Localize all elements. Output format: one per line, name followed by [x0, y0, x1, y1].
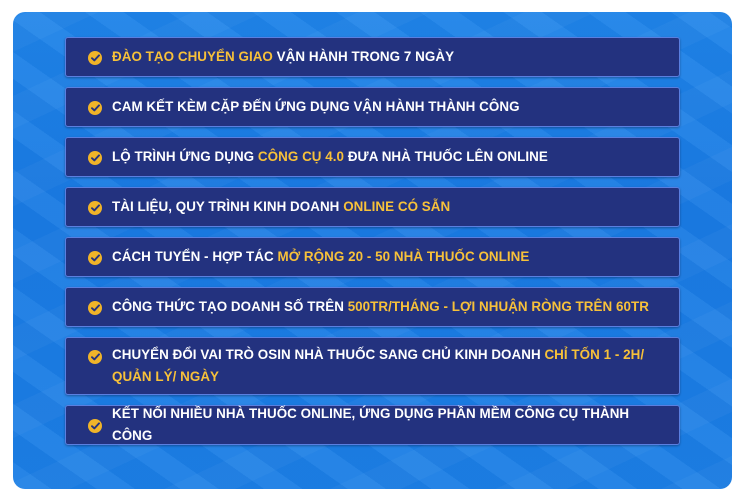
item-highlight: MỞ RỘNG 20 - 50 NHÀ THUỐC ONLINE [277, 249, 530, 264]
item-plain: LỘ TRÌNH ỨNG DỤNG [112, 149, 258, 164]
item-plain: CÁCH TUYỂN - HỢP TÁC [112, 249, 278, 264]
list-item: ĐÀO TẠO CHUYỂN GIAO VẬN HÀNH TRONG 7 NGÀ… [65, 37, 680, 77]
list-item: CAM KẾT KÈM CẶP ĐẾN ỨNG DỤNG VẬN HÀNH TH… [65, 87, 680, 127]
item-highlight: 500TR/THÁNG - LỢI NHUẬN RÒNG TRÊN 60TR [347, 299, 649, 314]
check-circle-icon [88, 151, 102, 165]
item-highlight: ONLINE CÓ SẴN [343, 199, 451, 214]
item-plain: CAM KẾT KÈM CẶP ĐẾN ỨNG DỤNG VẬN HÀNH TH… [112, 99, 520, 114]
list-item: KẾT NỐI NHIỀU NHÀ THUỐC ONLINE, ỨNG DỤNG… [65, 405, 680, 445]
list-item: CHUYỂN ĐỔI VAI TRÒ OSIN NHÀ THUỐC SANG C… [65, 337, 680, 395]
item-text: KẾT NỐI NHIỀU NHÀ THUỐC ONLINE, ỨNG DỤNG… [112, 403, 669, 447]
benefits-panel: ĐÀO TẠO CHUYỂN GIAO VẬN HÀNH TRONG 7 NGÀ… [13, 12, 732, 489]
item-highlight: ĐÀO TẠO CHUYỂN GIAO [112, 49, 273, 64]
check-circle-icon [88, 101, 102, 115]
item-text: LỘ TRÌNH ỨNG DỤNG CÔNG CỤ 4.0 ĐƯA NHÀ TH… [112, 146, 548, 168]
item-text: ĐÀO TẠO CHUYỂN GIAO VẬN HÀNH TRONG 7 NGÀ… [112, 46, 454, 68]
item-plain: CHUYỂN ĐỔI VAI TRÒ OSIN NHÀ THUỐC SANG C… [112, 347, 545, 362]
item-plain: VẬN HÀNH TRONG 7 NGÀY [272, 49, 455, 64]
item-plain: KẾT NỐI NHIỀU NHÀ THUỐC ONLINE, ỨNG DỤNG… [112, 406, 630, 443]
check-circle-icon [88, 51, 102, 65]
check-circle-icon [88, 301, 102, 315]
item-text: CAM KẾT KÈM CẶP ĐẾN ỨNG DỤNG VẬN HÀNH TH… [112, 96, 520, 118]
item-highlight: CÔNG CỤ 4.0 [257, 149, 345, 164]
item-plain: CÔNG THỨC TẠO DOANH SỐ TRÊN [112, 299, 348, 314]
item-plain: TÀI LIỆU, QUY TRÌNH KINH DOANH [112, 199, 344, 214]
item-plain: ĐƯA NHÀ THUỐC LÊN ONLINE [344, 149, 548, 164]
benefits-list: ĐÀO TẠO CHUYỂN GIAO VẬN HÀNH TRONG 7 NGÀ… [65, 37, 680, 455]
item-text: CÁCH TUYỂN - HỢP TÁC MỞ RỘNG 20 - 50 NHÀ… [112, 246, 529, 268]
item-text: TÀI LIỆU, QUY TRÌNH KINH DOANH ONLINE CÓ… [112, 196, 450, 218]
list-item: CÔNG THỨC TẠO DOANH SỐ TRÊN 500TR/THÁNG … [65, 287, 680, 327]
check-circle-icon [88, 419, 102, 433]
check-circle-icon [88, 201, 102, 215]
list-item: LỘ TRÌNH ỨNG DỤNG CÔNG CỤ 4.0 ĐƯA NHÀ TH… [65, 137, 680, 177]
list-item: TÀI LIỆU, QUY TRÌNH KINH DOANH ONLINE CÓ… [65, 187, 680, 227]
list-item: CÁCH TUYỂN - HỢP TÁC MỞ RỘNG 20 - 50 NHÀ… [65, 237, 680, 277]
item-text: CHUYỂN ĐỔI VAI TRÒ OSIN NHÀ THUỐC SANG C… [112, 344, 669, 388]
check-circle-icon [88, 251, 102, 265]
item-text: CÔNG THỨC TẠO DOANH SỐ TRÊN 500TR/THÁNG … [112, 296, 649, 318]
check-circle-icon [88, 350, 102, 364]
